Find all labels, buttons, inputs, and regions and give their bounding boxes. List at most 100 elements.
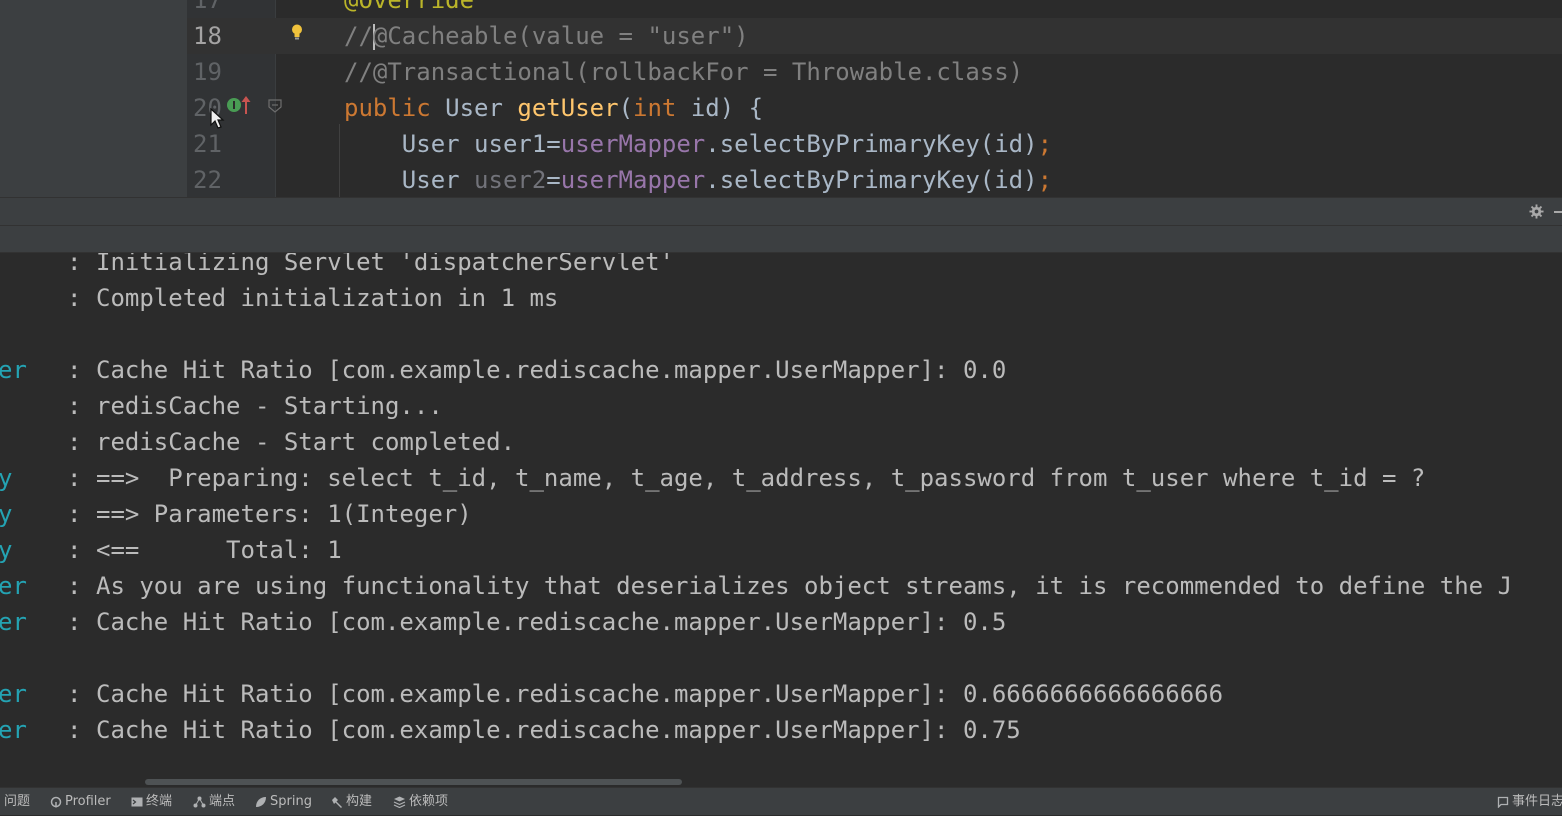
tab-profiler[interactable]: Profiler <box>50 788 111 815</box>
mouse-cursor-icon <box>210 108 225 129</box>
code-token: ; <box>1037 166 1053 194</box>
terminal-icon <box>131 797 143 806</box>
log-logger-name: y <box>0 500 13 528</box>
code-token: .selectByPrimaryKey(id) <box>705 166 1038 194</box>
line-number[interactable]: 22 <box>193 162 233 197</box>
tab-endpoints-label: 端点 <box>209 794 236 809</box>
line-number[interactable]: 18 <box>193 18 233 54</box>
log-message: Cache Hit Ratio [com.example.rediscache.… <box>96 680 1224 708</box>
log-separator: : <box>67 500 82 528</box>
log-logger-name: er <box>0 572 27 600</box>
code-token: user2 <box>474 166 547 194</box>
code-text[interactable]: User user1=userMapper.selectByPrimaryKey… <box>344 126 1052 162</box>
log-logger-name: er <box>0 716 27 744</box>
tab-problems-label: 问题 <box>4 794 31 809</box>
log-line[interactable]: er: Cache Hit Ratio [com.example.rediscac… <box>0 712 1562 748</box>
fold-icon[interactable] <box>268 99 282 113</box>
horizontal-scrollbar[interactable] <box>0 777 1562 787</box>
log-logger-name: er <box>0 608 27 636</box>
tab-dependencies[interactable]: 依赖项 <box>393 788 448 815</box>
up-arrow-icon[interactable] <box>241 95 251 115</box>
tab-spring-label: Spring <box>270 794 312 809</box>
log-line[interactable]: : Initializing Servlet 'dispatcherServlet… <box>0 253 1562 280</box>
log-separator: : <box>67 284 82 312</box>
code-text[interactable]: //@Cacheable(value = "user") <box>344 18 749 54</box>
line-number[interactable]: 19 <box>193 54 233 90</box>
log-line[interactable]: y: ==> Preparing: select t_id, t_name, t_… <box>0 460 1562 496</box>
line-number[interactable]: 21 <box>193 126 233 162</box>
endpoints-icon <box>193 796 206 807</box>
spring-icon <box>256 796 266 807</box>
log-separator: : <box>67 536 82 564</box>
code-token: User <box>445 94 518 122</box>
console-output[interactable]: : Initializing Servlet 'dispatcherServlet… <box>0 253 1562 777</box>
code-token: id) { <box>690 94 764 122</box>
code-line[interactable]: 20 public User getUser(int id) { <box>187 90 1562 126</box>
log-line[interactable]: y: ==> Parameters: 1(Integer) <box>0 496 1562 532</box>
log-message: redisCache - Starting... <box>96 392 443 420</box>
log-separator: : <box>67 356 82 384</box>
log-message: Cache Hit Ratio [com.example.rediscache.… <box>96 716 1021 744</box>
log-line[interactable]: er: Cache Hit Ratio [com.example.rediscac… <box>0 604 1562 640</box>
tab-build[interactable]: 构建 <box>331 788 372 815</box>
tab-endpoints[interactable]: 端点 <box>193 788 235 815</box>
scrollbar-thumb[interactable] <box>145 779 682 785</box>
code-line[interactable]: 22 User user2=userMapper.selectByPrimary… <box>187 162 1562 197</box>
code-token: @Cacheable(value = "user") <box>372 22 749 50</box>
log-line[interactable]: er: Cache Hit Ratio [com.example.rediscac… <box>0 676 1562 712</box>
log-line[interactable]: y: <== Total: 1 <box>0 532 1562 568</box>
code-token: userMapper <box>560 166 706 194</box>
log-separator: : <box>67 716 82 744</box>
code-token: User user1= <box>344 130 561 158</box>
code-token: ( <box>618 94 634 122</box>
log-line[interactable] <box>0 640 1562 676</box>
code-text[interactable]: //@Transactional(rollbackFor = Throwable… <box>344 54 1023 90</box>
code-line[interactable]: 21 User user1=userMapper.selectByPrimary… <box>187 126 1562 162</box>
run-tool-header <box>0 197 1562 226</box>
tab-spring[interactable]: Spring <box>255 788 312 815</box>
tab-build-label: 构建 <box>346 794 373 809</box>
log-separator: : <box>67 392 82 420</box>
tab-terminal[interactable]: 终端 <box>131 788 172 815</box>
log-message: ==> Preparing: select t_id, t_name, t_ag… <box>96 464 1426 492</box>
log-message: Cache Hit Ratio [com.example.rediscache.… <box>96 608 1007 636</box>
code-line[interactable]: 18 //@Cacheable(value = "user") <box>187 18 1562 54</box>
log-line[interactable]: : Completed initialization in 1 ms <box>0 280 1562 316</box>
log-message: <== Total: 1 <box>96 536 342 564</box>
settings-icon[interactable] <box>1529 204 1544 219</box>
log-logger-name: er <box>0 356 27 384</box>
log-message: Cache Hit Ratio [com.example.rediscache.… <box>96 356 1007 384</box>
code-token: //@Transactional(rollbackFor = Throwable… <box>344 58 1024 86</box>
code-line[interactable]: 17 @Override <box>187 0 1562 18</box>
tab-problems[interactable]: 问题 <box>4 788 30 815</box>
tab-profiler-label: Profiler <box>65 794 111 809</box>
log-logger-name: y <box>0 536 13 564</box>
code-text[interactable]: @Override <box>344 0 474 18</box>
code-editor[interactable]: 17 @Override 18 //@Cacheable(value = "user"… <box>0 0 1562 197</box>
line-number[interactable]: 17 <box>193 0 233 18</box>
log-logger-name: y <box>0 464 13 492</box>
log-line[interactable]: : redisCache - Start completed. <box>0 424 1562 460</box>
log-line[interactable]: er: As you are using functionality that d… <box>0 568 1562 604</box>
tool-window-bar: 问题 Profiler 终端 端点 Spring 构建 依赖项 事件日志 <box>0 787 1562 815</box>
code-line[interactable]: 19 //@Transactional(rollbackFor = Throwab… <box>187 54 1562 90</box>
implementation-icon[interactable] <box>226 97 242 113</box>
log-message: As you are using functionality that dese… <box>96 572 1513 600</box>
bulb-icon[interactable] <box>291 24 303 40</box>
code-token: userMapper <box>560 130 706 158</box>
run-tool-toolbar <box>0 226 1562 253</box>
log-line[interactable]: : redisCache - Starting... <box>0 388 1562 424</box>
log-logger-name: er <box>0 680 27 708</box>
log-line[interactable] <box>0 316 1562 352</box>
build-icon <box>332 796 342 808</box>
log-line[interactable]: er: Cache Hit Ratio [com.example.rediscac… <box>0 352 1562 388</box>
code-text[interactable]: public User getUser(int id) { <box>344 90 763 126</box>
tab-event-log[interactable]: 事件日志 <box>1497 788 1562 815</box>
indent-guide <box>339 124 340 197</box>
log-separator: : <box>67 464 82 492</box>
log-separator: : <box>67 680 82 708</box>
code-text[interactable]: User user2=userMapper.selectByPrimaryKey… <box>344 162 1052 197</box>
log-separator: : <box>67 428 82 456</box>
minimize-icon[interactable] <box>1554 211 1562 213</box>
log-separator: : <box>67 608 82 636</box>
